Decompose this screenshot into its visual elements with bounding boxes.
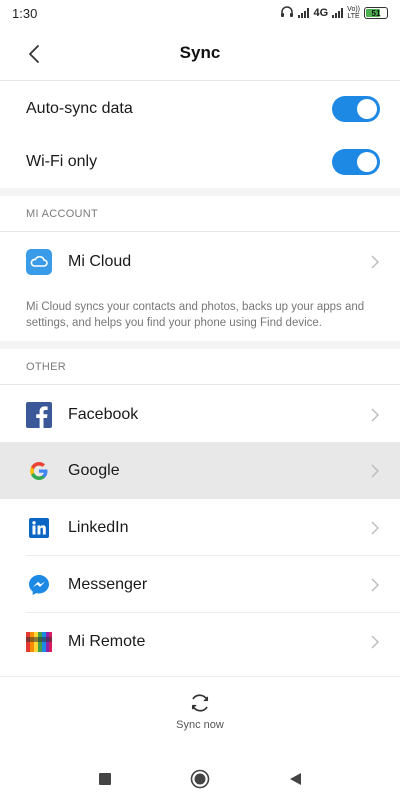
volte-bottom: LTE	[347, 13, 360, 20]
square-icon	[99, 773, 111, 785]
status-icons: 4G Vo)) LTE 51	[280, 5, 388, 21]
mi-remote-row[interactable]: Mi Remote	[0, 613, 400, 670]
triangle-back-icon	[290, 773, 301, 785]
mi-remote-icon	[26, 629, 52, 655]
facebook-icon	[26, 401, 52, 428]
page-title: Sync	[179, 43, 221, 62]
chevron-right-icon	[370, 464, 380, 478]
status-time: 1:30	[12, 5, 38, 21]
linkedin-label: LinkedIn	[68, 518, 129, 536]
facebook-row[interactable]: Facebook	[0, 386, 400, 443]
status-bar: 1:30 4G Vo)) LTE 51	[0, 0, 400, 26]
auto-sync-toggle[interactable]	[332, 95, 380, 122]
bottom-area: Sync now	[0, 676, 400, 800]
linkedin-row[interactable]: LinkedIn	[0, 499, 400, 556]
chevron-right-icon	[370, 635, 380, 649]
auto-sync-label: Auto-sync data	[26, 99, 133, 117]
other-header: OTHER	[0, 349, 400, 385]
signal-icon	[298, 8, 310, 18]
volte-top: Vo))	[347, 6, 360, 13]
chevron-right-icon	[370, 255, 380, 269]
mi-remote-label: Mi Remote	[68, 632, 146, 650]
battery-icon: 51	[364, 7, 388, 19]
sync-icon	[191, 694, 209, 712]
mi-cloud-label: Mi Cloud	[68, 252, 132, 270]
chevron-right-icon	[370, 408, 380, 422]
signal-icon-2	[332, 8, 344, 18]
messenger-row[interactable]: Messenger	[0, 556, 400, 613]
sync-now-label: Sync now	[176, 719, 224, 731]
facebook-label: Facebook	[68, 405, 139, 423]
chevron-right-icon	[370, 578, 380, 592]
wifi-only-toggle[interactable]	[332, 148, 380, 175]
navigation-bar	[0, 757, 400, 800]
section-gap-2	[0, 341, 400, 349]
chevron-right-icon	[370, 521, 380, 535]
back-nav-button[interactable]	[285, 769, 305, 789]
mi-cloud-description: Mi Cloud syncs your contacts and photos,…	[26, 301, 365, 329]
google-label: Google	[68, 461, 120, 479]
messenger-label: Messenger	[68, 575, 148, 593]
google-row[interactable]: Google	[0, 442, 400, 499]
back-arrow-icon	[29, 45, 39, 63]
messenger-icon	[26, 572, 52, 598]
app-bar: Sync	[0, 26, 400, 81]
wifi-only-label: Wi-Fi only	[26, 152, 98, 170]
mi-account-header: MI ACCOUNT	[0, 196, 400, 232]
network-type: 4G	[313, 7, 329, 19]
sync-now-button[interactable]: Sync now	[150, 691, 250, 741]
linkedin-icon	[26, 515, 52, 541]
battery-level: 51	[371, 8, 381, 18]
home-button[interactable]	[190, 769, 210, 789]
mi-cloud-row[interactable]: Mi Cloud	[0, 233, 400, 290]
volte-indicator: Vo)) LTE	[347, 6, 360, 20]
recents-button[interactable]	[95, 769, 115, 789]
section-gap	[0, 188, 400, 196]
google-icon	[26, 458, 52, 484]
back-button[interactable]	[20, 40, 48, 68]
headphones-icon	[280, 5, 294, 21]
home-circle-icon	[190, 769, 210, 789]
auto-sync-row[interactable]: Auto-sync data	[0, 82, 400, 135]
cloud-icon	[26, 248, 52, 275]
wifi-only-row[interactable]: Wi-Fi only	[0, 135, 400, 188]
